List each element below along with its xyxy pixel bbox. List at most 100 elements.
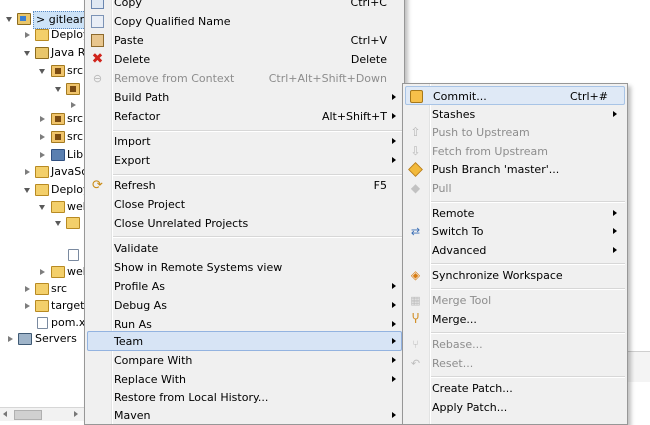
java-resources-icon (35, 47, 49, 59)
menu-item-rebase[interactable]: ⑂ Rebase... (405, 335, 625, 354)
tree-collapse-toggle[interactable] (55, 87, 61, 92)
folder-icon (35, 283, 49, 295)
scrollbar-thumb[interactable] (14, 410, 42, 420)
menu-item-refactor[interactable]: Refactor Alt+Shift+T (87, 107, 402, 126)
menu-item-push-to-upstream[interactable]: ⇧ Push to Upstream (405, 123, 625, 142)
menu-item-replace-with[interactable]: Replace With (87, 370, 402, 389)
tree-expand-toggle[interactable] (71, 102, 76, 108)
menu-separator (431, 288, 625, 290)
menu-item-label: Push Branch 'master'... (432, 163, 560, 176)
menu-item-close-unrelated-projects[interactable]: Close Unrelated Projects (87, 214, 402, 233)
menu-item-apply-patch[interactable]: Apply Patch... (405, 398, 625, 417)
tree-expand-toggle[interactable] (40, 116, 45, 122)
scroll-right-icon[interactable] (74, 411, 78, 417)
menu-item-restore-from-local-history[interactable]: Restore from Local History... (87, 388, 402, 407)
tree-collapse-toggle[interactable] (55, 221, 61, 226)
menu-item-refresh[interactable]: ⟳ Refresh F5 (87, 176, 402, 195)
menu-item-advanced[interactable]: Advanced (405, 241, 625, 260)
tree-item-label: Lib (67, 148, 84, 161)
menu-item-fetch-from-upstream[interactable]: ⇩ Fetch from Upstream (405, 142, 625, 161)
tree-expand-toggle[interactable] (40, 152, 45, 158)
tree-item-label: src (51, 282, 68, 295)
menu-item-remove-from-context[interactable]: ⊖ Remove from Context Ctrl+Alt+Shift+Dow… (87, 69, 402, 88)
tree-collapse-toggle[interactable] (6, 17, 12, 22)
tree-expand-toggle[interactable] (25, 286, 30, 292)
tree-collapse-toggle[interactable] (39, 69, 45, 74)
tree-expand-toggle[interactable] (25, 303, 30, 309)
submenu-arrow-icon (392, 321, 396, 327)
menu-item-merge[interactable]: Ⴤ Merge... (405, 310, 625, 329)
menu-item-create-patch[interactable]: Create Patch... (405, 379, 625, 398)
menu-item-paste[interactable]: Paste Ctrl+V (87, 31, 402, 50)
rebase-icon: ⑂ (412, 338, 419, 351)
tree-expand-toggle[interactable] (8, 336, 13, 342)
menu-item-switch-to[interactable]: ⇄ Switch To (405, 222, 625, 241)
menu-item-delete[interactable]: ✖ Delete Delete (87, 50, 402, 69)
menu-item-label: Compare With (114, 354, 193, 367)
tree-item-label: Servers (35, 332, 77, 345)
submenu-arrow-icon (392, 157, 396, 163)
menu-item-maven[interactable]: Maven (87, 406, 402, 425)
menu-item-close-project[interactable]: Close Project (87, 195, 402, 214)
submenu-arrow-icon (392, 138, 396, 144)
submenu-arrow-icon (613, 111, 617, 117)
menu-item-merge-tool[interactable]: ▦ Merge Tool (405, 291, 625, 310)
menu-item-import[interactable]: Import (87, 132, 402, 151)
menu-item-label: Switch To (432, 225, 484, 238)
menu-item-label: Refresh (114, 179, 156, 192)
menu-item-build-path[interactable]: Build Path (87, 88, 402, 107)
menu-item-label: Rebase... (432, 338, 483, 351)
menu-item-label: Remote (432, 207, 475, 220)
menu-item-reset[interactable]: ↶ Reset... (405, 354, 625, 373)
menu-item-remote[interactable]: Remote (405, 204, 625, 223)
menu-item-validate[interactable]: Validate (87, 239, 402, 258)
menu-item-pull[interactable]: ◆ Pull (405, 179, 625, 198)
menu-item-show-in-remote-systems[interactable]: Show in Remote Systems view (87, 258, 402, 277)
submenu-arrow-icon (613, 210, 617, 216)
menu-item-export[interactable]: Export (87, 151, 402, 170)
tree-expand-toggle[interactable] (25, 169, 30, 175)
copy-icon (91, 0, 104, 9)
submenu-arrow-icon (392, 302, 396, 308)
library-icon (51, 149, 65, 161)
menu-item-label: Merge Tool (432, 294, 492, 307)
tree-item-label: Java R (51, 46, 86, 59)
tree-expand-toggle[interactable] (25, 32, 30, 38)
menu-item-stashes[interactable]: Stashes (405, 105, 625, 124)
team-submenu: Commit... Ctrl+# Stashes ⇧ Push to Upstr… (402, 83, 628, 425)
menu-item-profile-as[interactable]: Profile As (87, 277, 402, 296)
menu-item-push-branch[interactable]: Push Branch 'master'... (405, 160, 625, 179)
menu-item-compare-with[interactable]: Compare With (87, 351, 402, 370)
menu-item-label: Debug As (114, 299, 167, 312)
menu-item-debug-as[interactable]: Debug As (87, 296, 402, 315)
servers-icon (18, 333, 32, 345)
synchronize-icon: ◈ (410, 268, 421, 282)
menu-item-label: Validate (114, 242, 159, 255)
menu-item-label: Restore from Local History... (114, 391, 269, 404)
folder-icon (51, 201, 65, 213)
scroll-left-icon[interactable] (3, 411, 7, 417)
submenu-arrow-icon (392, 376, 396, 382)
tree-collapse-toggle[interactable] (24, 188, 30, 193)
file-icon (68, 249, 79, 261)
tree-item-label: src (67, 112, 84, 125)
reset-icon: ↶ (410, 357, 421, 370)
menu-item-label: Advanced (432, 244, 487, 257)
horizontal-scrollbar[interactable] (0, 407, 84, 421)
menu-item-label: Import (114, 135, 151, 148)
submenu-arrow-icon (392, 94, 396, 100)
menu-item-label: Replace With (114, 373, 186, 386)
menu-item-label: Copy (114, 0, 142, 9)
source-folder-icon (51, 113, 65, 125)
menu-item-synchronize-workspace[interactable]: ◈ Synchronize Workspace (405, 266, 625, 285)
menu-item-copy-qualified-name[interactable]: Copy Qualified Name (87, 12, 402, 31)
tree-expand-toggle[interactable] (40, 134, 45, 140)
menu-item-team[interactable]: Team (87, 331, 402, 351)
menu-item-label: Fetch from Upstream (432, 145, 548, 158)
tree-expand-toggle[interactable] (40, 269, 45, 275)
tree-item-label: src (67, 64, 84, 77)
tree-collapse-toggle[interactable] (24, 51, 30, 56)
menu-item-commit[interactable]: Commit... Ctrl+# (405, 86, 625, 105)
tree-collapse-toggle[interactable] (39, 205, 45, 210)
menu-item-copy[interactable]: Copy Ctrl+C (87, 0, 402, 12)
